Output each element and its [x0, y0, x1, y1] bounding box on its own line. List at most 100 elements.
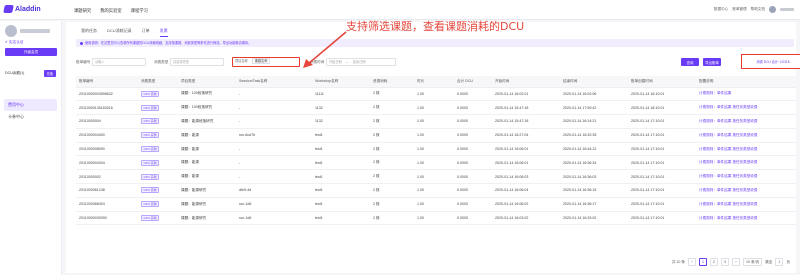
table-row[interactable]: 20110000135163016 CPU 实例 课题：100段落研究 -1132 2 …: [76, 100, 796, 116]
verified-badge: ✔ 实名认证: [5, 40, 24, 44]
consume-type-tag: CPU 实例: [141, 187, 160, 194]
tab-my-tasks[interactable]: 我的任务: [81, 28, 97, 37]
nav-item-research[interactable]: 课题研究: [74, 8, 91, 14]
table-row[interactable]: 2011000008090 CPU 实例 课题：能源 - test1 2 核 1.00 0.0…: [76, 142, 796, 157]
table-cell: 2 核: [370, 114, 414, 129]
pagination: 共 10 条 ‹ 1 2 3 › 10 条/页 跳至 1 页: [672, 258, 790, 266]
goto-input[interactable]: 1: [775, 258, 784, 266]
table-cell: 2020-01-14 16:02:01: [492, 87, 560, 102]
config-link[interactable]: 计费规则：单件结果 按任务类型收费: [699, 174, 758, 178]
goto-unit: 页: [786, 259, 790, 264]
table-cell: 0.0000: [454, 211, 492, 226]
table-cell: 2020-01-14 16:14:21: [560, 114, 628, 129]
profile-card: ✔ 实名认证 升级会员: [0, 21, 61, 60]
consume-type-select[interactable]: 请选择类型: [170, 58, 224, 66]
table-cell: 2011000008090: [76, 142, 138, 157]
query-button[interactable]: 查询: [681, 58, 699, 66]
consume-type-tag: CPU 实例: [141, 215, 160, 222]
table-row[interactable]: 20110000003598632 CPU 实例 课题：100段落研究 -11111 2…: [76, 87, 796, 102]
table-cell: 2020-01-14 17:10:01: [628, 169, 696, 185]
consume-type-tag: CPU 实例: [141, 104, 160, 111]
table-cell: 2 核: [370, 155, 414, 171]
top-link-data[interactable]: 数据中心: [714, 7, 728, 12]
notice-text: 使用说明：在这里您可以查看所有课题的DCU消耗明细，支持按课题、消费类型等条件进…: [85, 41, 252, 45]
project-select[interactable]: 课题名称: [251, 58, 271, 64]
table-cell: 2 核: [370, 197, 414, 212]
table-cell: 2011000004434: [76, 155, 138, 171]
pager-total: 共 10 条: [671, 259, 686, 264]
table-row[interactable]: 2011000066304 CPU 实例 课题：能源研究 run-1d6 test1 2 …: [76, 197, 796, 212]
pager-prev[interactable]: ‹: [688, 258, 697, 266]
export-button[interactable]: 导出账单: [703, 58, 721, 66]
table-cell: 0.0000: [454, 114, 492, 129]
tab-bar: 我的任务 DCU消耗记录 订单 发票: [81, 28, 168, 37]
annotation-arrow-icon: [303, 31, 347, 68]
table-cell: 20110000003598632: [76, 87, 138, 102]
sidebar-item-billing[interactable]: 费用中心: [4, 99, 57, 111]
config-link[interactable]: 计费规则：单件结果 按任务类型收费: [699, 147, 758, 151]
table-cell: 0.0000: [454, 100, 492, 116]
table-cell: 计费规则：单件结果 按任务类型收费: [696, 114, 796, 129]
table-cell: 2020-01-14 16:27:04: [492, 128, 560, 143]
config-link[interactable]: 计费规则：单件结果 按任务类型收费: [699, 105, 758, 109]
upgrade-button[interactable]: 升级会员: [5, 48, 57, 56]
pager-next[interactable]: ›: [732, 258, 741, 266]
config-link[interactable]: 计费规则：单件结果 按任务类型收费: [699, 216, 758, 220]
table-row[interactable]: 20110000002 CPU 实例 课题：能源 - test1 2 核 1.00 0.000…: [76, 169, 796, 185]
table-cell: 2020-01-14 16:06:01: [492, 155, 560, 171]
table-cell: CPU 实例: [138, 211, 178, 226]
page-size-select[interactable]: 10 条/页: [743, 258, 763, 266]
tab-orders[interactable]: 订单: [142, 28, 150, 37]
app-logo[interactable]: Aladdin: [3, 5, 41, 13]
pager-page-1[interactable]: 1: [699, 258, 708, 266]
balance-label: DCU余额(1): [5, 71, 25, 75]
user-name-redacted: [780, 8, 794, 11]
config-link[interactable]: 计费规则：单件结果: [699, 91, 731, 95]
table-row[interactable]: 20110000030090 CPU 实例 课题：能源研究 run-1d6 test1 2…: [76, 211, 796, 226]
column-header: 合计 DCU: [454, 76, 492, 88]
table-cell: 计费规则：单件结果 按任务类型收费: [696, 197, 796, 212]
main-panel: 我的任务 DCU消耗记录 订单 发票 使用说明：在这里您可以查看所有课题的DCU…: [66, 22, 800, 273]
recharge-button[interactable]: 充值: [43, 70, 56, 77]
column-header: Session/Task名称: [236, 76, 312, 88]
user-avatar[interactable]: [769, 6, 776, 13]
date-end: 结束日期: [352, 60, 366, 64]
config-link[interactable]: 计费规则：单件结果 按任务类型收费: [699, 133, 758, 137]
filter-bar: 账单编号 请输入 消费类型 请选择类型 项目名称 课题名称 消费时间 开始日期 …: [76, 54, 800, 69]
table-cell: 计费规则：单件结果 按任务类型收费: [696, 211, 796, 226]
config-link[interactable]: 计费规则：单件结果 按任务类型收费: [699, 119, 758, 123]
table-row[interactable]: 2011000004434 CPU 实例 课题：能源 - test1 2 核 1.00 0.0…: [76, 155, 796, 171]
table-cell: 课题：能源: [178, 169, 236, 185]
table-cell: 2020-01-14 15:47:18: [492, 100, 560, 116]
table-cell: 1.00: [414, 114, 454, 129]
config-link[interactable]: 计费规则：单件结果 按任务类型收费: [699, 160, 758, 164]
table-cell: 2020-01-14 17:10:01: [628, 183, 696, 198]
pager-page-2[interactable]: 2: [710, 258, 719, 266]
table-cell: 计费规则：单件结果 按任务类型收费: [696, 183, 796, 198]
nav-item-lab[interactable]: 我的实验室: [100, 8, 121, 14]
sidebar-item-coupons[interactable]: 卡券中心: [4, 111, 57, 123]
table-row[interactable]: 2011000061248 CPU 实例 课题：能源研究 dfe9-4d test1 2 …: [76, 183, 796, 198]
table-row[interactable]: 2011000004400 CPU 实例 课题：能源 run-6cd7b test1 2 …: [76, 128, 796, 143]
config-link[interactable]: 计费规则：单件结果 按任务类型收费: [699, 202, 758, 206]
bill-number-input[interactable]: 请输入: [92, 58, 146, 66]
tab-invoices[interactable]: 发票: [159, 28, 168, 37]
config-link[interactable]: 计费规则：单件结果 按任务类型收费: [699, 188, 758, 192]
table-cell: CPU 实例: [138, 142, 178, 157]
table-cell: 2020-01-14 16:10:01: [628, 87, 696, 102]
table-cell: 2 核: [370, 211, 414, 226]
nav-item-courses[interactable]: 课程学习: [131, 8, 148, 14]
billing-table: 账单编号 消费类型 项目类型 Session/Task名称 Workshop名称 资源消耗…: [76, 76, 796, 226]
table-cell: 1.00: [414, 197, 454, 212]
top-link-billing[interactable]: 账单管理: [732, 7, 746, 12]
table-cell: test1: [312, 197, 370, 212]
pager-page-3[interactable]: 3: [721, 258, 730, 266]
table-cell: 课题：能源: [178, 128, 236, 143]
table-cell: 课题：100段落研究: [178, 87, 236, 102]
tab-dcu-records[interactable]: DCU消耗记录: [107, 28, 132, 37]
table-row[interactable]: 20110000004 CPU 实例 课题：能源段落研究 -1132 2 核 1.00 0.…: [76, 114, 796, 129]
top-link-help[interactable]: 帮助文档: [751, 7, 765, 12]
table-cell: -: [236, 87, 312, 102]
dcu-balance: DCU余额(1) 充值: [5, 70, 56, 77]
table-cell: 2 核: [370, 142, 414, 157]
